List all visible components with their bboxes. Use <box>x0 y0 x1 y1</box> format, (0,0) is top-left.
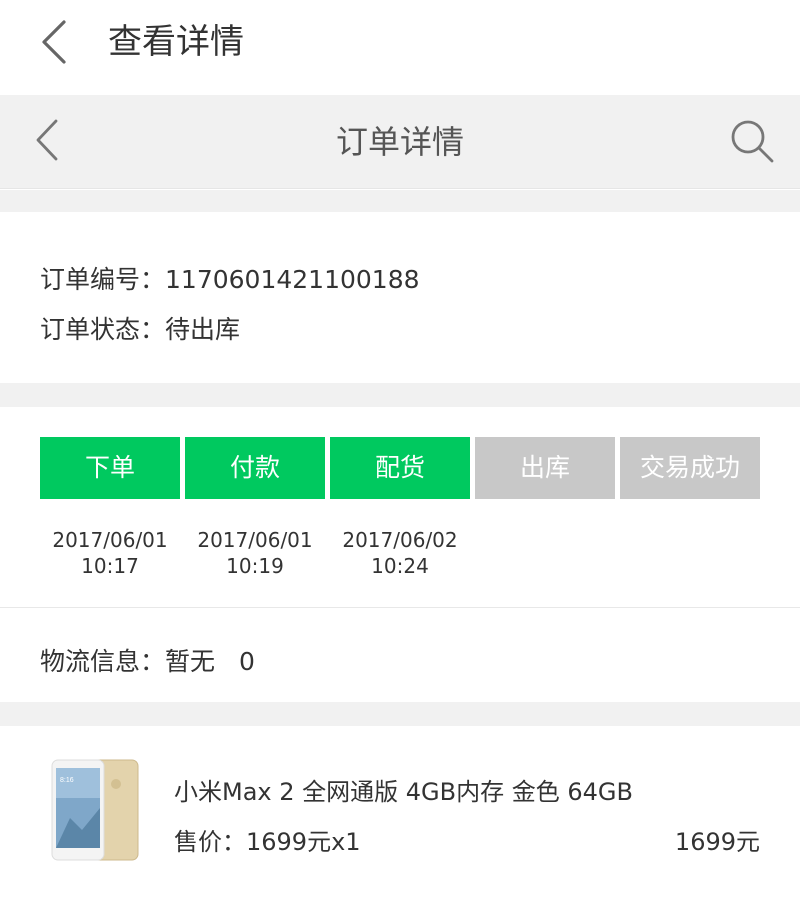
order-number-label: 订单编号： <box>40 265 166 294</box>
order-status-label: 订单状态： <box>40 315 166 344</box>
svg-text:8:16: 8:16 <box>60 777 74 784</box>
web-nav-bar: 订单详情 <box>0 95 800 189</box>
section-divider <box>0 702 800 726</box>
order-progress: 下单 付款 配货 出库 交易成功 2017/06/01 10:17 2017/0… <box>0 407 800 608</box>
phone-product-image[interactable]: 8:16 <box>50 758 140 862</box>
step-time: 10:17 <box>81 554 139 578</box>
search-icon[interactable] <box>728 117 776 165</box>
product-item[interactable]: 8:16 小米Max 2 全网通版 4GB内存 金色 64GB 售价：1699元… <box>0 726 800 911</box>
logistics-label: 物流信息： <box>40 647 166 676</box>
app-title: 查看详情 <box>108 22 244 62</box>
product-total: 1699元 <box>674 828 760 856</box>
order-number-value: 1170601421100188 <box>165 265 420 294</box>
logistics-row: 物流信息：暂无 0 <box>40 642 255 678</box>
step-time: 10:24 <box>371 554 429 578</box>
logistics-section: 物流信息：暂无 0 <box>0 608 800 702</box>
step-timestamp: 2017/06/01 10:17 <box>40 527 180 579</box>
product-name: 小米Max 2 全网通版 4GB内存 金色 64GB <box>174 778 633 806</box>
order-status-value: 待出库 <box>165 315 241 344</box>
product-price-row: 售价：1699元x1 <box>174 822 361 857</box>
step-picking: 配货 <box>330 437 470 499</box>
order-status-row: 订单状态：待出库 <box>40 310 240 346</box>
app-header: 查看详情 <box>0 0 800 95</box>
logistics-count: 0 <box>239 647 255 676</box>
step-completed: 交易成功 <box>620 437 760 499</box>
step-date: 2017/06/01 <box>197 528 313 552</box>
back-arrow-icon[interactable] <box>32 117 64 163</box>
unit-price-quantity: 1699元x1 <box>246 828 361 856</box>
step-shipped: 出库 <box>475 437 615 499</box>
step-payment: 付款 <box>185 437 325 499</box>
page-title: 订单详情 <box>335 123 464 161</box>
section-divider <box>0 190 800 212</box>
step-date: 2017/06/01 <box>52 528 168 552</box>
step-date: 2017/06/02 <box>342 528 458 552</box>
back-arrow-icon[interactable] <box>36 18 76 66</box>
price-label: 售价： <box>174 828 246 856</box>
step-place-order: 下单 <box>40 437 180 499</box>
step-timestamp: 2017/06/02 10:24 <box>330 527 470 579</box>
step-time: 10:19 <box>226 554 284 578</box>
order-info-section: 订单编号：1170601421100188 订单状态：待出库 <box>0 212 800 383</box>
step-timestamp: 2017/06/01 10:19 <box>185 527 325 579</box>
section-divider <box>0 383 800 407</box>
logistics-value: 暂无 <box>165 647 216 676</box>
order-number-row: 订单编号：1170601421100188 <box>40 260 420 296</box>
